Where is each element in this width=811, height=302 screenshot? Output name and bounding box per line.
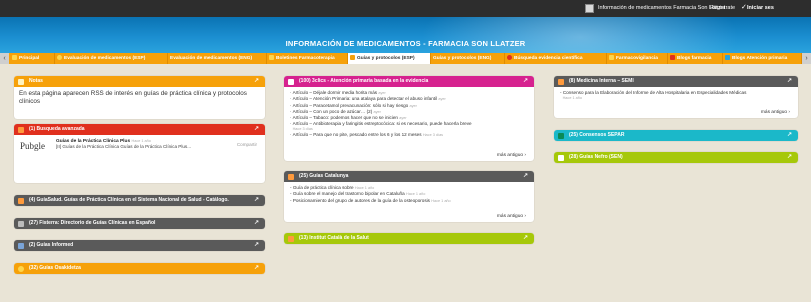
document-icon — [558, 155, 564, 161]
widget-menu-icon[interactable]: ↗ — [254, 195, 259, 206]
busqueda-header[interactable]: (1) Busqueda avanzada ↗ — [14, 124, 265, 135]
page-header: INFORMACIÓN DE MEDICAMENTOS - FARMACIA S… — [0, 17, 811, 53]
semi-header[interactable]: (8) Medicina Interna – SEMI ↗ — [554, 76, 798, 87]
calendar-icon — [288, 79, 294, 85]
widget-menu-icon[interactable]: ↗ — [787, 152, 792, 163]
catalunya-widget: (25) Guías Catalunya ↗ - Guía de práctic… — [284, 171, 534, 222]
widget-menu-icon[interactable]: ↗ — [787, 130, 792, 141]
document-icon — [350, 55, 355, 61]
chevron-right-icon: › — [524, 214, 526, 219]
catalunya-list: - Guía de práctica clínica sobre Hace 1 … — [284, 182, 534, 207]
semi-list: - Consenso para la Elaboración del Infor… — [554, 87, 798, 104]
widget-menu-icon[interactable]: ↗ — [254, 263, 259, 274]
tab-farmacovigilancia[interactable]: Farmacovigilancia — [607, 53, 668, 64]
circle-icon — [57, 55, 62, 61]
informed-widget: (2) Guías Informed ↗ — [14, 240, 265, 251]
person-icon — [507, 55, 512, 61]
checkmark-icon: ✓ — [741, 4, 747, 11]
register-link[interactable]: Registrate — [710, 5, 735, 11]
widget-menu-icon[interactable]: ↗ — [523, 171, 528, 182]
widget-menu-icon[interactable]: ↗ — [523, 233, 528, 244]
guiasalud-widget: (4) GuíaSalud. Guías de Práctica Clínica… — [14, 195, 265, 206]
semfyc-list: · Artículo – Déjale dormir media horita … — [284, 87, 534, 142]
nefro-widget: (28) Guías Nefro (SEN) ↗ — [554, 152, 798, 163]
widget-menu-icon[interactable]: ↗ — [254, 240, 259, 251]
notes-icon — [18, 79, 24, 85]
rss-icon — [288, 236, 294, 242]
widget-menu-icon[interactable]: ↗ — [523, 76, 528, 87]
tab-scroll-right-icon[interactable]: › — [802, 53, 811, 64]
tab-guias-esp[interactable]: Guías y protocolos (ESP) — [348, 53, 431, 64]
home-icon — [12, 55, 17, 61]
more-older-link[interactable]: más antiguo › — [497, 153, 526, 158]
busqueda-widget: (1) Busqueda avanzada ↗ Pubgle Guías de … — [14, 124, 265, 183]
notes-text: En esta página aparecen RSS de interés e… — [19, 90, 247, 105]
widget-menu-icon[interactable]: ↗ — [254, 218, 259, 229]
tab-blogs-atencion-primaria[interactable]: Blogs Atención primaria — [723, 53, 802, 64]
semi-widget: (8) Medicina Interna – SEMI ↗ - Consenso… — [554, 76, 798, 118]
widget-menu-icon[interactable]: ↗ — [787, 76, 792, 87]
tab-guias-eng[interactable]: Guías y protocolos (ENG) — [431, 53, 505, 64]
login-link[interactable]: Iniciar ses — [747, 5, 774, 11]
more-older-link[interactable]: más antiguo › — [761, 110, 790, 115]
more-older-link[interactable]: más antiguo › — [497, 214, 526, 219]
widget-menu-icon[interactable]: ↗ — [254, 124, 259, 135]
site-favicon-icon — [585, 4, 594, 13]
tab-scroll-left-icon[interactable]: ‹ — [0, 53, 9, 64]
star-icon — [609, 55, 614, 61]
chevron-right-icon: › — [788, 110, 790, 115]
catalunya-header[interactable]: (25) Guías Catalunya ↗ — [284, 171, 534, 182]
tab-boletines[interactable]: Boletines Farmacoterapia — [267, 53, 348, 64]
list-item[interactable]: - Posicionamiento del grupo de autores d… — [290, 198, 528, 204]
circle-icon — [18, 266, 24, 272]
semfyc-header[interactable]: (100) 3clics - Atención primaria basada … — [284, 76, 534, 87]
semfyc-widget: (100) 3clics - Atención primaria basada … — [284, 76, 534, 161]
top-bar: Información de medicamentos Farmacia Son… — [0, 0, 811, 17]
page-title: INFORMACIÓN DE MEDICAMENTOS - FARMACIA S… — [285, 39, 526, 48]
osakidetza-widget: (32) Guías Osakidetza ↗ — [14, 263, 265, 274]
rss-icon — [18, 127, 24, 133]
nefro-header[interactable]: (28) Guías Nefro (SEN) ↗ — [554, 152, 798, 163]
tab-blogs-farmacia[interactable]: Blogs farmacia — [668, 53, 723, 64]
grid-icon — [18, 243, 24, 249]
osakidetza-header[interactable]: (32) Guías Osakidetza ↗ — [14, 263, 265, 274]
pubgle-item-ago: Hace 1 año — [131, 139, 151, 143]
separ-widget: (25) Consensos SEPAR ↗ — [554, 130, 798, 141]
pubgle-entry: Pubgle Guías de la Práctica Clínica Plus… — [14, 135, 265, 155]
rss-icon — [18, 198, 24, 204]
separ-header[interactable]: (25) Consensos SEPAR ↗ — [554, 130, 798, 141]
document-icon — [269, 55, 274, 61]
pubgle-logo: Pubgle — [20, 141, 46, 151]
site-name-link[interactable]: Información de medicamentos Farmacia Son… — [598, 5, 725, 11]
chevron-right-icon: › — [524, 153, 526, 158]
ics-widget: (13) Institut Català de la Salut ↗ — [284, 233, 534, 244]
pubgle-item-desc: [II] Guías de la Práctica Clínica Guías … — [56, 144, 192, 149]
rss-icon — [288, 174, 294, 180]
tab-evaluacion-eng[interactable]: Evaluación de medicamentos (ENG) — [168, 53, 267, 64]
blog-icon — [670, 55, 675, 61]
tab-evaluacion-esp[interactable]: Evaluación de medicamentos (ESP) — [55, 53, 168, 64]
fisterra-widget: (27) Fisterra: Directorio de Guías Clíni… — [14, 218, 265, 229]
rss-icon — [558, 79, 564, 85]
blog-icon — [725, 55, 730, 61]
tab-principal[interactable]: Principal — [10, 53, 55, 64]
tab-bar: ‹ Principal Evaluación de medicamentos (… — [0, 53, 811, 64]
list-item[interactable]: - Consenso para la Elaboración del Infor… — [560, 90, 792, 101]
fisterra-header[interactable]: (27) Fisterra: Directorio de Guías Clíni… — [14, 218, 265, 229]
list-item[interactable]: · Artículo – Antibioterapia y faringitis… — [290, 121, 528, 132]
notes-header[interactable]: Notas ↗ — [14, 76, 265, 87]
gear-icon — [18, 221, 24, 227]
leaf-icon — [558, 133, 564, 139]
share-link[interactable]: Compartir — [237, 142, 257, 147]
ics-header[interactable]: (13) Institut Català de la Salut ↗ — [284, 233, 534, 244]
guiasalud-header[interactable]: (4) GuíaSalud. Guías de Práctica Clínica… — [14, 195, 265, 206]
notes-widget: Notas ↗ En esta página aparecen RSS de i… — [14, 76, 265, 119]
list-item[interactable]: · Artículo – Para que no pite, pescado e… — [290, 132, 528, 138]
informed-header[interactable]: (2) Guías Informed ↗ — [14, 240, 265, 251]
tab-busqueda-evidencia[interactable]: Búsqueda evidencia científica — [505, 53, 607, 64]
widget-menu-icon[interactable]: ↗ — [254, 76, 259, 87]
